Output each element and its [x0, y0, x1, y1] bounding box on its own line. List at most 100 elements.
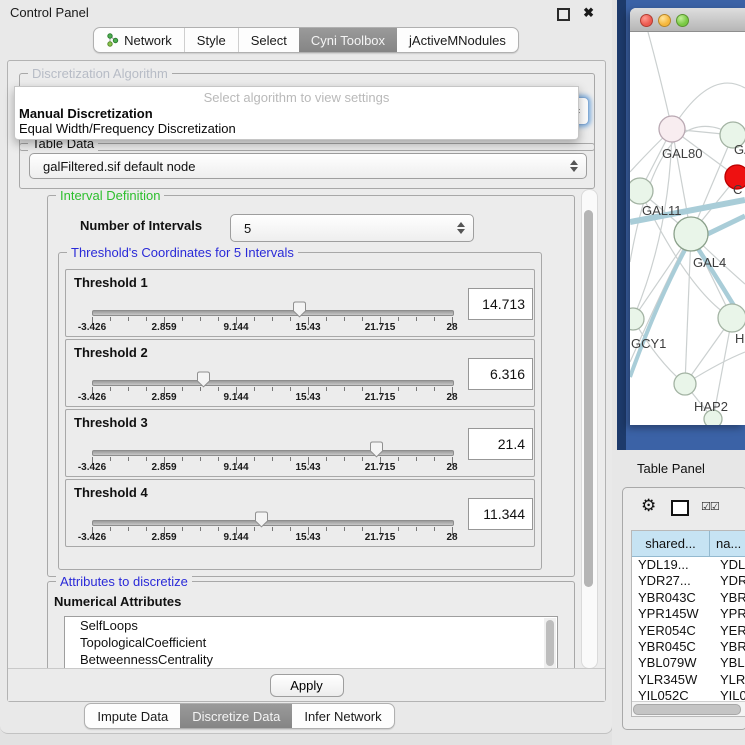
- table-cell[interactable]: YBR0: [715, 590, 745, 606]
- slider-track[interactable]: [92, 450, 454, 456]
- tick-label: 9.144: [223, 532, 248, 543]
- table-row[interactable]: YDR27...YDR2: [632, 573, 745, 589]
- numerical-attributes-list[interactable]: SelfLoopsTopologicalCoefficientBetweenne…: [64, 616, 558, 669]
- table-column-header[interactable]: shared...: [632, 531, 710, 557]
- mode-tab-impute-data[interactable]: Impute Data: [85, 704, 180, 728]
- attributes-group-title: Attributes to discretize: [56, 574, 192, 589]
- slider-handle[interactable]: [254, 511, 269, 528]
- network-node-gal11[interactable]: [630, 178, 653, 204]
- tick-mark: [272, 387, 273, 391]
- columns-icon[interactable]: [671, 500, 689, 516]
- table-cell[interactable]: YER054C: [632, 623, 715, 639]
- threshold-value-field[interactable]: 11.344: [468, 498, 533, 530]
- slider-track[interactable]: [92, 520, 454, 526]
- tick-mark: [290, 317, 291, 321]
- tick-label: 9.144: [223, 392, 248, 403]
- table-cell[interactable]: YER0: [715, 623, 745, 639]
- attributes-list-scrollbar[interactable]: [544, 618, 556, 669]
- table-cell[interactable]: YBR0: [715, 639, 745, 655]
- slider-track[interactable]: [92, 310, 454, 316]
- network-edge: [630, 239, 691, 377]
- table-row[interactable]: YBL079WYBL0: [632, 655, 745, 671]
- combo-stepper-icon: [570, 160, 578, 172]
- table-cell[interactable]: YBR045C: [632, 639, 715, 655]
- tick-label: 15.43: [295, 392, 320, 403]
- network-canvas[interactable]: GAL80GAGAL11CGAL4GCY1HHAP2: [630, 32, 745, 425]
- mode-tab-discretize-data[interactable]: Discretize Data: [180, 704, 292, 728]
- algorithm-option-manual-discretization[interactable]: Manual Discretization: [19, 106, 153, 121]
- tab-label: Style: [197, 33, 226, 48]
- network-node-gcy1[interactable]: [630, 308, 644, 330]
- mode-tab-infer-network[interactable]: Infer Network: [292, 704, 393, 728]
- table-row[interactable]: YER054CYER0: [632, 623, 745, 639]
- attribute-item-selfloops[interactable]: SelfLoops: [65, 617, 557, 634]
- network-node-hap2[interactable]: [674, 373, 696, 395]
- tick-mark: [290, 527, 291, 531]
- tick-mark: [398, 457, 399, 461]
- table-row[interactable]: YPR145WYPR1: [632, 606, 745, 622]
- interval-definition-group: Interval Definition Number of Intervals …: [47, 195, 575, 577]
- attribute-item-topologicalcoefficient[interactable]: TopologicalCoefficient: [65, 634, 557, 651]
- tab-jactivemnodules[interactable]: jActiveMNodules: [397, 28, 518, 52]
- zoom-traffic-light[interactable]: [676, 14, 689, 27]
- table-cell[interactable]: YPR1: [715, 606, 745, 622]
- tab-style[interactable]: Style: [184, 28, 238, 52]
- panel-vertical-scrollbar[interactable]: [581, 189, 598, 669]
- tick-mark: [398, 317, 399, 321]
- checkbox-icons[interactable]: ☑☑: [701, 500, 719, 513]
- table-cell[interactable]: YBL0: [715, 655, 745, 671]
- tick-mark: [218, 317, 219, 321]
- table-cell[interactable]: YIL0: [715, 688, 745, 702]
- threshold-value-field[interactable]: 6.316: [468, 358, 533, 390]
- table-cell[interactable]: YDL1: [715, 557, 745, 573]
- tick-mark: [146, 317, 147, 321]
- table-row[interactable]: YLR345WYLR3: [632, 672, 745, 688]
- panel-scrollbar-thumb[interactable]: [584, 210, 593, 587]
- gear-icon[interactable]: ⚙: [641, 496, 656, 516]
- tick-mark: [344, 527, 345, 531]
- table-column-header[interactable]: na...: [710, 531, 745, 557]
- table-cell[interactable]: YLR345W: [632, 672, 715, 688]
- network-node-gal80[interactable]: [659, 116, 685, 142]
- slider-handle[interactable]: [196, 371, 211, 388]
- close-icon[interactable]: ✖: [583, 5, 594, 21]
- table-cell[interactable]: YDR27...: [632, 573, 715, 589]
- table-data-select[interactable]: galFiltered.sif default node: [29, 153, 587, 179]
- number-of-intervals-select[interactable]: 5: [230, 214, 474, 242]
- window-title: Control Panel: [10, 5, 89, 20]
- threshold-value-field[interactable]: 14.713: [468, 288, 533, 320]
- table-cell[interactable]: YBL079W: [632, 655, 715, 671]
- apply-button[interactable]: Apply: [270, 674, 344, 697]
- slider-track[interactable]: [92, 380, 454, 386]
- close-traffic-light[interactable]: [640, 14, 653, 27]
- tab-cyni-toolbox[interactable]: Cyni Toolbox: [299, 28, 397, 52]
- table-row[interactable]: YIL052CYIL0: [632, 688, 745, 702]
- table-cell[interactable]: YPR145W: [632, 606, 715, 622]
- table-cell[interactable]: YIL052C: [632, 688, 715, 702]
- algorithm-option-equal-width-frequency-discretization[interactable]: Equal Width/Frequency Discretization: [19, 121, 236, 136]
- slider-handle[interactable]: [292, 301, 307, 318]
- attribute-item-betweennesscentrality[interactable]: BetweennessCentrality: [65, 651, 557, 668]
- table-cell[interactable]: YLR3: [715, 672, 745, 688]
- tab-select[interactable]: Select: [238, 28, 299, 52]
- slider-handle[interactable]: [369, 441, 384, 458]
- table-scrollbar-thumb[interactable]: [633, 704, 741, 715]
- tab-network[interactable]: Network: [94, 28, 184, 52]
- tick-label: 21.715: [365, 532, 396, 543]
- table-cell[interactable]: YDR2: [715, 573, 745, 589]
- table-cell[interactable]: YDL19...: [632, 557, 715, 573]
- minimize-traffic-light[interactable]: [658, 14, 671, 27]
- table-row[interactable]: YDL19...YDL1: [632, 557, 745, 573]
- threshold-value-field[interactable]: 21.4: [468, 428, 533, 460]
- table-header-row: shared...na...: [632, 531, 745, 557]
- table-horizontal-scrollbar[interactable]: [632, 701, 745, 716]
- float-window-icon[interactable]: [557, 8, 570, 21]
- table-row[interactable]: YBR043CYBR0: [632, 590, 745, 606]
- control-panel-titlebar[interactable]: Control Panel ✖: [0, 0, 612, 26]
- table-row[interactable]: YBR045CYBR0: [632, 639, 745, 655]
- network-node-gal4[interactable]: [674, 217, 708, 251]
- network-node-h[interactable]: [718, 304, 745, 332]
- tick-mark: [362, 527, 363, 531]
- network-window-titlebar[interactable]: [630, 8, 745, 32]
- table-cell[interactable]: YBR043C: [632, 590, 715, 606]
